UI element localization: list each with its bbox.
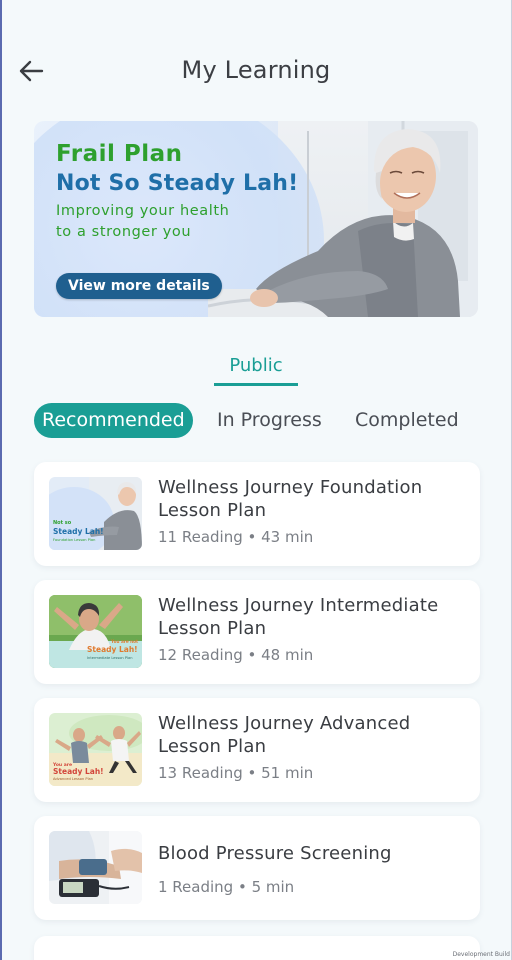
lesson-thumbnail: You are Steady Lah! Advanced Lesson Plan — [49, 713, 142, 786]
banner-heading: Frail Plan — [56, 141, 183, 167]
lesson-thumbnail — [49, 831, 142, 904]
banner-tagline: Improving your health to a stronger you — [56, 203, 230, 240]
svg-text:Intermediate Lesson Plan: Intermediate Lesson Plan — [87, 656, 133, 660]
lesson-title: Wellness Journey Advanced Lesson Plan — [158, 713, 411, 757]
chip-recommended[interactable]: Recommended — [34, 403, 193, 438]
lesson-card[interactable]: Not so Steady Lah! Foundation Lesson Pla… — [34, 462, 480, 566]
lesson-thumbnail: Not so Steady Lah! Foundation Lesson Pla… — [49, 477, 142, 550]
lesson-thumbnail-image: You are not Steady Lah! Intermediate Les… — [49, 595, 142, 668]
lesson-card[interactable]: You are Steady Lah! Advanced Lesson Plan… — [34, 698, 480, 802]
svg-text:Not so: Not so — [53, 520, 72, 526]
lesson-thumbnail-image: Not so Steady Lah! Foundation Lesson Pla… — [49, 477, 142, 550]
svg-text:Steady Lah!: Steady Lah! — [53, 527, 104, 536]
chip-completed[interactable]: Completed — [355, 403, 459, 438]
chip-in-progress[interactable]: In Progress — [217, 403, 322, 438]
svg-text:You are not: You are not — [110, 639, 138, 644]
promo-banner[interactable]: Frail Plan Not So Steady Lah! Improving … — [34, 121, 478, 317]
svg-text:Steady Lah!: Steady Lah! — [53, 767, 104, 776]
lesson-card[interactable]: Blood Pressure Screening 1 Reading • 5 m… — [34, 816, 480, 920]
lesson-title: Blood Pressure Screening — [158, 843, 392, 864]
app-header: My Learning — [0, 50, 512, 94]
lesson-meta: 1 Reading • 5 min — [158, 878, 295, 896]
svg-text:Steady Lah!: Steady Lah! — [87, 645, 138, 654]
view-more-details-button[interactable]: View more details — [56, 273, 222, 299]
lesson-card[interactable]: You are not Steady Lah! Intermediate Les… — [34, 580, 480, 684]
blood-pressure-photo — [49, 831, 142, 904]
build-watermark: Development Build — [452, 951, 510, 958]
lesson-thumbnail-image: You are Steady Lah! Advanced Lesson Plan — [49, 713, 142, 786]
svg-text:Advanced Lesson Plan: Advanced Lesson Plan — [53, 777, 93, 781]
banner-subheading: Not So Steady Lah! — [56, 171, 299, 196]
lesson-title: Wellness Journey Intermediate Lesson Pla… — [158, 595, 439, 639]
lesson-meta: 12 Reading • 48 min — [158, 646, 314, 664]
lesson-meta: 11 Reading • 43 min — [158, 528, 314, 546]
lesson-thumbnail: You are not Steady Lah! Intermediate Les… — [49, 595, 142, 668]
lesson-meta: 13 Reading • 51 min — [158, 764, 314, 782]
lesson-title: Wellness Journey Foundation Lesson Plan — [158, 477, 423, 521]
lesson-card-partial[interactable] — [34, 936, 480, 960]
svg-text:Foundation Lesson Plan: Foundation Lesson Plan — [53, 538, 95, 542]
page-title: My Learning — [181, 56, 331, 84]
tab-public[interactable]: Public — [214, 355, 298, 386]
